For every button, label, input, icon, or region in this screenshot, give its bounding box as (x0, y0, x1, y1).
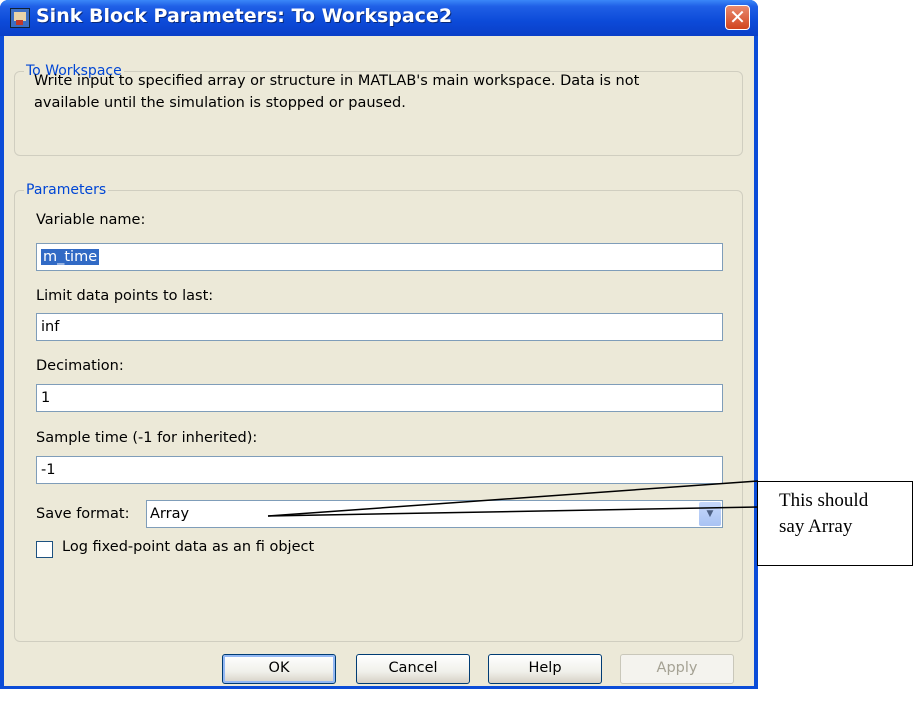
annotation-line-2: say Array (779, 516, 853, 537)
callout-leader-lines (267, 480, 759, 517)
annotation-callout: This should say Array (757, 481, 913, 566)
annotation-line-1: This should (779, 490, 869, 511)
